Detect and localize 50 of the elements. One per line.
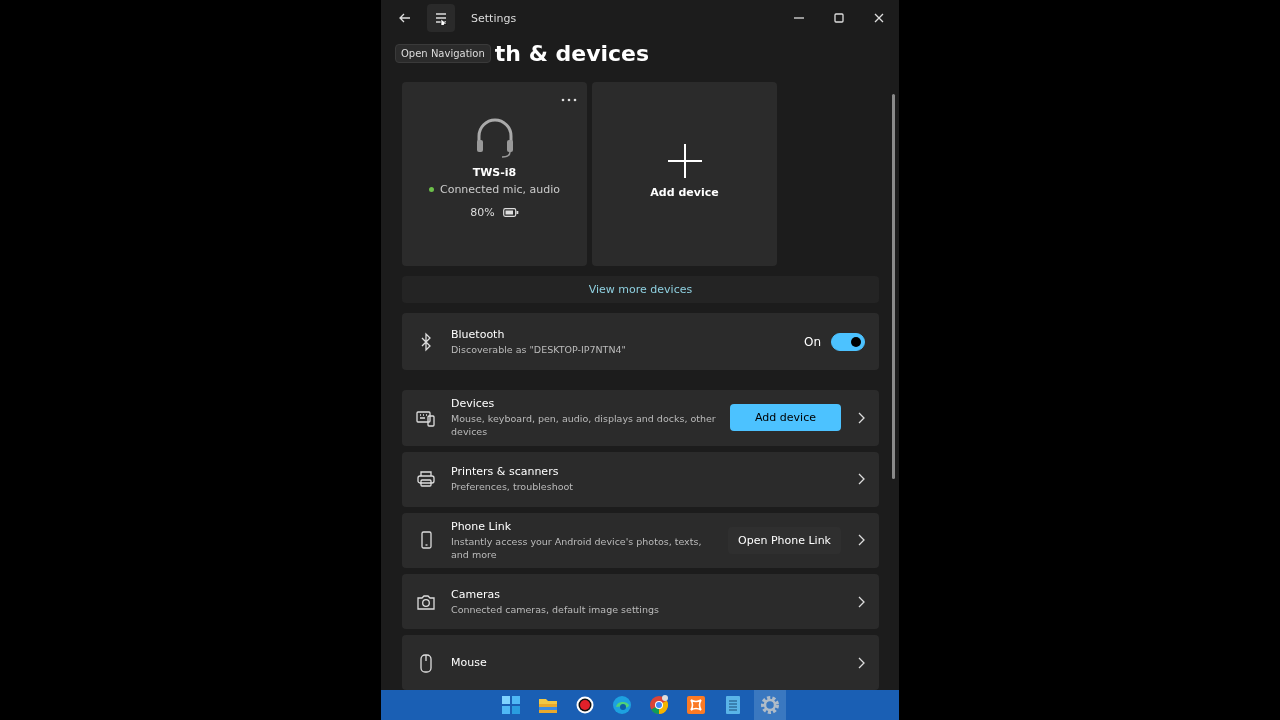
windows-logo-icon[interactable]	[500, 695, 521, 715]
add-device-card[interactable]: Add device	[592, 82, 777, 266]
menu-icon[interactable]	[434, 11, 448, 25]
close-icon[interactable]	[874, 13, 884, 23]
row-title: Bluetooth	[451, 327, 506, 341]
add-device-button[interactable]: Add device	[730, 404, 841, 432]
status-dot	[429, 187, 434, 192]
chevron-right-icon[interactable]	[857, 656, 865, 669]
taskbar-app-highlight[interactable]	[753, 690, 786, 720]
plus-icon	[667, 144, 702, 178]
record-icon[interactable]	[574, 695, 595, 715]
row-subtitle: Mouse, keyboard, pen, audio, displays and docks, other devices	[451, 412, 716, 439]
tooltip: Open Navigation	[395, 43, 491, 63]
toggle-state: On	[803, 334, 821, 349]
row-title: Printers & scanners	[451, 465, 560, 479]
settings-row[interactable]: Phone Link Instantly access your Android device's photos, texts, and more Open Phone Link	[402, 512, 879, 568]
browser-icon[interactable]	[611, 695, 632, 715]
settings-row[interactable]: Mouse	[402, 635, 879, 690]
more-options-icon[interactable]	[561, 98, 577, 102]
row-title: Cameras	[451, 587, 501, 601]
chevron-right-icon[interactable]	[857, 473, 865, 486]
device-status: Connected mic, audio	[440, 183, 560, 196]
bluetooth-toggle[interactable]	[831, 332, 865, 351]
maximize-icon[interactable]	[834, 13, 844, 23]
battery-icon	[502, 208, 519, 217]
browser-icon[interactable]	[648, 695, 669, 715]
chevron-right-icon[interactable]	[857, 411, 865, 424]
add-device-label: Add device	[650, 186, 719, 199]
open-phone-link-button[interactable]: Open Phone Link	[728, 526, 841, 554]
row-title: Devices	[451, 397, 496, 411]
page-heading: th & devices	[494, 40, 650, 66]
chevron-right-icon[interactable]	[857, 595, 865, 608]
chevron-right-icon[interactable]	[857, 534, 865, 547]
settings-row[interactable]: Printers & scanners Preferences, troubleshoot	[402, 451, 879, 507]
settings-row[interactable]: Devices Mouse, keyboard, pen, audio, displays and docks, other devices Add device	[402, 390, 879, 446]
row-title: Phone Link	[451, 519, 513, 533]
row-subtitle: Connected cameras, default image settings	[451, 602, 660, 616]
app-icon[interactable]	[685, 695, 706, 715]
back-arrow-icon[interactable]	[399, 12, 411, 24]
row-title: Mouse	[451, 656, 488, 669]
printer-icon	[416, 469, 436, 490]
device-name: TWS-i8	[472, 166, 517, 179]
view-more-link[interactable]: View more devices	[588, 283, 693, 297]
row-subtitle: Preferences, troubleshoot	[451, 480, 574, 494]
window-title: Settings	[471, 11, 518, 25]
settings-row[interactable]: Cameras Connected cameras, default image settings	[402, 574, 879, 629]
device-card[interactable]: TWS-i8 Connected mic, audio 80%	[402, 82, 587, 266]
row-subtitle: Discoverable as "DESKTOP-IP7NTN4"	[451, 342, 627, 356]
row-subtitle: Instantly access your Android device's photos, texts, and more	[451, 534, 703, 561]
battery-level: 80%	[470, 206, 495, 219]
